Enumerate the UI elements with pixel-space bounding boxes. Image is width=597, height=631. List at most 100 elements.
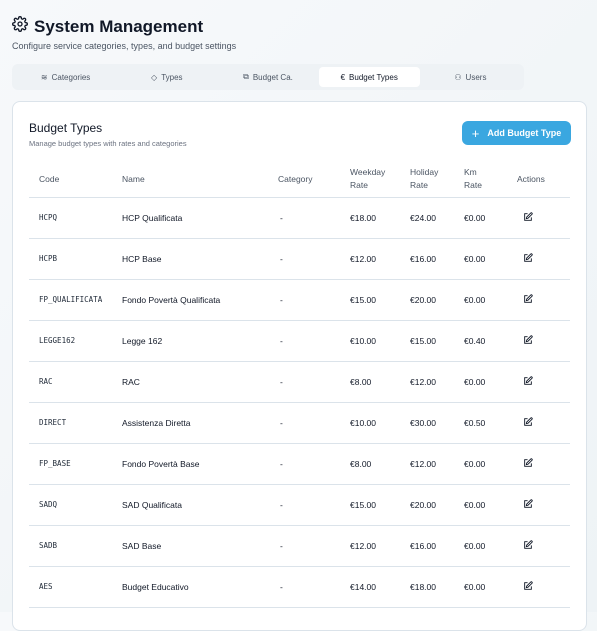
page-subtitle: Configure service categories, types, and…	[12, 41, 237, 51]
category-cell: -	[278, 566, 350, 608]
actions-cell	[517, 361, 570, 403]
actions-cell	[517, 484, 570, 526]
col-category: Category	[278, 162, 350, 198]
table-row: FP_BASE Fondo Povertà Base - €8.00 €12.00 €0.…	[29, 443, 570, 485]
weekday-rate-cell: €14.00	[350, 566, 410, 608]
name-cell: SAD Qualificata	[122, 484, 278, 526]
col-actions: Actions	[517, 162, 570, 198]
actions-cell	[517, 525, 570, 567]
edit-icon[interactable]	[523, 416, 533, 429]
tab-users[interactable]: ⚇ Users	[420, 67, 521, 87]
category-cell: -	[278, 443, 350, 485]
header-text: Holiday	[410, 167, 439, 178]
table-row: HCPB HCP Base - €12.00 €16.00 €0.00	[29, 238, 570, 280]
holiday-rate-cell: €18.00	[410, 566, 464, 608]
edit-icon[interactable]	[523, 334, 533, 347]
edit-icon[interactable]	[523, 375, 533, 388]
add-budget-type-button[interactable]: + Add Budget Type	[462, 121, 571, 145]
edit-icon[interactable]	[523, 457, 533, 470]
weekday-rate-cell: €10.00	[350, 402, 410, 444]
code-cell: FP_BASE	[29, 443, 122, 485]
edit-icon[interactable]	[523, 539, 533, 552]
edit-icon[interactable]	[523, 252, 533, 265]
actions-cell	[517, 320, 570, 362]
holiday-rate-cell: €30.00	[410, 402, 464, 444]
tab-categories[interactable]: ≋ Categories	[15, 67, 116, 87]
weekday-rate-cell: €8.00	[350, 361, 410, 403]
code-cell: LEGGE162	[29, 320, 122, 362]
table-row: AES Budget Educativo - €14.00 €18.00 €0.00	[29, 566, 570, 608]
edit-icon[interactable]	[523, 580, 533, 593]
name-cell: Budget Educativo	[122, 566, 278, 608]
holiday-rate-cell: €15.00	[410, 320, 464, 362]
table-row: SADQ SAD Qualificata - €15.00 €20.00 €0.00	[29, 484, 570, 526]
gear-icon	[12, 16, 28, 37]
code-cell: HCPQ	[29, 197, 122, 239]
holiday-rate-cell: €24.00	[410, 197, 464, 239]
km-rate-cell: €0.40	[464, 320, 517, 362]
code-cell: FP_QUALIFICATA	[29, 279, 122, 321]
col-weekday-rate: Weekday Rate	[350, 162, 410, 198]
weekday-rate-cell: €8.00	[350, 443, 410, 485]
page-header: System Management	[12, 16, 203, 37]
km-rate-cell: €0.00	[464, 279, 517, 321]
col-km-rate: Km Rate	[464, 162, 517, 198]
layers-icon: ≋	[40, 72, 48, 82]
code-cell: SADB	[29, 525, 122, 567]
holiday-rate-cell: €16.00	[410, 238, 464, 280]
table-row: FP_QUALIFICATA Fondo Povertà Qualificata -…	[29, 279, 570, 321]
col-code: Code	[29, 162, 122, 198]
category-cell: -	[278, 484, 350, 526]
header-text: Rate	[464, 180, 482, 191]
category-cell: -	[278, 238, 350, 280]
edit-icon[interactable]	[523, 293, 533, 306]
category-icon: ⧉	[243, 72, 249, 81]
code-cell: RAC	[29, 361, 122, 403]
tab-budget-categories[interactable]: ⧉ Budget Ca.	[217, 67, 318, 87]
holiday-rate-cell: €20.00	[410, 279, 464, 321]
table-row: LEGGE162 Legge 162- €10.00 €15.00 €0.40	[29, 320, 570, 362]
name-cell: Assistenza Diretta	[122, 402, 278, 444]
edit-icon[interactable]	[523, 498, 533, 511]
category-cell: -	[278, 320, 350, 362]
col-holiday-rate: Holiday Rate	[410, 162, 464, 198]
actions-cell	[517, 402, 570, 444]
edit-icon[interactable]	[523, 211, 533, 224]
table-header-row: Code Name Category Weekday Rate Holiday Ra…	[29, 162, 570, 198]
tag-icon: ◇	[151, 72, 158, 82]
category-cell: -	[278, 525, 350, 567]
table-row: HCPQ HCP Qualificata - €18.00 €24.00 €0.00	[29, 197, 570, 239]
km-rate-cell: €0.00	[464, 566, 517, 608]
category-cell: -	[278, 361, 350, 403]
code-cell: SADQ	[29, 484, 122, 526]
actions-cell	[517, 238, 570, 280]
tab-label: Budget Types	[349, 72, 398, 82]
weekday-rate-cell: €12.00	[350, 238, 410, 280]
card-subtitle: Manage budget types with rates and categ…	[29, 139, 187, 148]
actions-cell	[517, 279, 570, 321]
col-name: Name	[122, 162, 278, 198]
header-text: Km	[464, 167, 477, 178]
tab-budget-types[interactable]: € Budget Types	[318, 67, 420, 87]
name-cell: Fondo Povertà Qualificata	[122, 279, 278, 321]
tab-label: Budget Ca.	[252, 72, 293, 82]
name-cell: HCP Base	[122, 238, 278, 280]
holiday-rate-cell: €20.00	[410, 484, 464, 526]
name-cell: HCP Qualificata	[122, 197, 278, 239]
km-rate-cell: €0.00	[464, 238, 517, 280]
weekday-rate-cell: €10.00	[350, 320, 410, 362]
header-text: Weekday	[350, 167, 386, 178]
tab-types[interactable]: ◇ Types	[116, 67, 217, 87]
category-cell: -	[278, 197, 350, 239]
code-cell: DIRECT	[29, 402, 122, 444]
euro-icon: €	[340, 72, 346, 82]
name-cell: Fondo Povertà Base	[122, 443, 278, 485]
weekday-rate-cell: €12.00	[350, 525, 410, 567]
budget-types-table: Code Name Category Weekday Rate Holiday Ra…	[29, 162, 570, 608]
table-row: RAC RAC - €8.00 €12.00 €0.00	[29, 361, 570, 403]
header-text: Rate	[410, 180, 428, 191]
name-cell: Legge 162	[122, 320, 278, 362]
table-row: DIRECT Assistenza Diretta - €10.00 €30.00 €0.…	[29, 402, 570, 444]
km-rate-cell: €0.00	[464, 197, 517, 239]
holiday-rate-cell: €12.00	[410, 361, 464, 403]
